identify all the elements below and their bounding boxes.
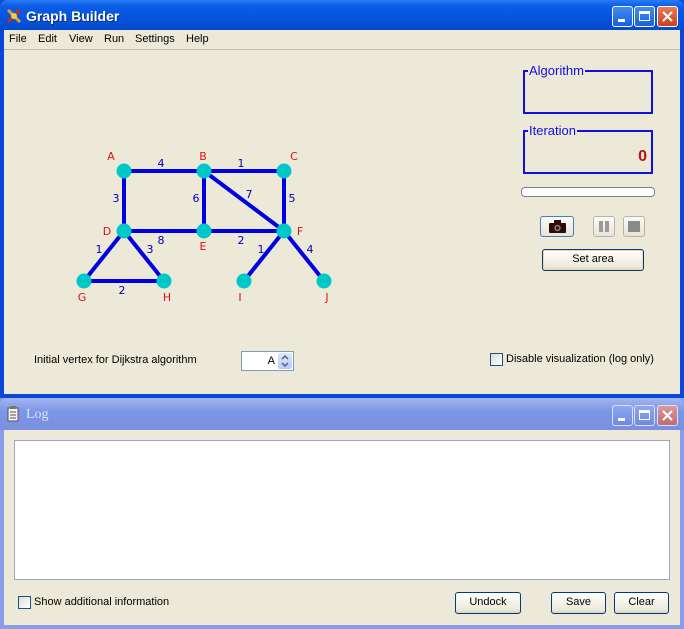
node-label-F: F bbox=[297, 225, 303, 238]
initial-vertex-label: Initial vertex for Dijkstra algorithm bbox=[34, 354, 197, 366]
disable-visualization-checkbox[interactable] bbox=[490, 353, 503, 366]
spinner-arrows-icon bbox=[281, 354, 289, 368]
edge-weight-A-B: 4 bbox=[158, 157, 165, 170]
log-maximize-button[interactable] bbox=[634, 405, 655, 426]
node-C[interactable] bbox=[276, 163, 292, 179]
clear-button[interactable]: Clear bbox=[614, 592, 669, 614]
graph-canvas[interactable]: 4 13 6 7 58 21 321 4 A B CDEFG H I J bbox=[0, 0, 684, 398]
node-label-H: H bbox=[163, 291, 171, 304]
set-area-button[interactable]: Set area bbox=[542, 249, 644, 271]
show-additional-info-checkbox[interactable] bbox=[18, 596, 31, 609]
edge-F-J[interactable] bbox=[282, 229, 326, 283]
disable-visualization-label: Disable visualization (log only) bbox=[506, 353, 654, 365]
iteration-value: 0 bbox=[638, 148, 647, 165]
stop-icon bbox=[628, 221, 640, 232]
pause-button[interactable] bbox=[593, 216, 615, 237]
node-label-B: B bbox=[199, 150, 207, 163]
algorithm-label: Algorithm bbox=[528, 63, 585, 78]
edge-weight-F-I: 1 bbox=[258, 243, 265, 256]
log-notepad-icon bbox=[7, 406, 19, 422]
node-D[interactable] bbox=[116, 223, 132, 239]
edge-weight-B-C: 1 bbox=[238, 157, 245, 170]
log-text-area[interactable] bbox=[14, 440, 670, 580]
edge-weight-C-F: 5 bbox=[289, 192, 296, 205]
save-button[interactable]: Save bbox=[551, 592, 606, 614]
edge-weight-D-G: 1 bbox=[96, 243, 103, 256]
iteration-label: Iteration bbox=[528, 123, 577, 138]
log-minimize-button[interactable] bbox=[612, 405, 633, 426]
edge-weight-G-H: 2 bbox=[119, 284, 126, 297]
edge-weight-B-E: 6 bbox=[193, 192, 200, 205]
edge-weight-E-F: 2 bbox=[238, 234, 245, 247]
maximize-icon bbox=[639, 410, 650, 420]
node-E[interactable] bbox=[196, 223, 212, 239]
log-titlebar[interactable] bbox=[0, 398, 684, 430]
spinner-buttons[interactable] bbox=[278, 353, 292, 369]
pause-icon bbox=[599, 221, 603, 232]
camera-icon bbox=[549, 220, 566, 233]
node-F[interactable] bbox=[276, 223, 292, 239]
node-I[interactable] bbox=[236, 273, 252, 289]
node-H[interactable] bbox=[156, 273, 172, 289]
node-label-G: G bbox=[78, 291, 87, 304]
pause-icon-bar bbox=[605, 221, 609, 232]
node-label-D: D bbox=[103, 225, 111, 238]
edge-D-G[interactable] bbox=[82, 229, 126, 283]
node-J[interactable] bbox=[316, 273, 332, 289]
node-label-J: J bbox=[324, 291, 328, 304]
undock-button[interactable]: Undock bbox=[455, 592, 521, 614]
node-label-C: C bbox=[290, 150, 298, 163]
progress-bar bbox=[521, 187, 655, 197]
stop-button[interactable] bbox=[623, 216, 645, 237]
show-additional-info-label: Show additional information bbox=[34, 596, 170, 608]
initial-vertex-value[interactable]: A bbox=[268, 355, 275, 367]
minimize-icon bbox=[618, 418, 625, 421]
log-window-title: Log bbox=[26, 407, 49, 422]
snapshot-button[interactable] bbox=[540, 216, 574, 237]
node-label-A: A bbox=[107, 150, 115, 163]
edge-weight-B-F: 7 bbox=[246, 188, 253, 201]
initial-vertex-spinner[interactable]: A bbox=[241, 351, 294, 371]
node-B[interactable] bbox=[196, 163, 212, 179]
node-A[interactable] bbox=[116, 163, 132, 179]
log-close-button[interactable] bbox=[657, 405, 678, 426]
close-icon bbox=[662, 410, 673, 421]
edge-B-F[interactable] bbox=[202, 169, 286, 233]
node-label-E: E bbox=[200, 240, 207, 253]
edge-weight-F-J: 4 bbox=[307, 243, 314, 256]
edge-weight-A-D: 3 bbox=[113, 192, 120, 205]
edge-F-I[interactable] bbox=[242, 229, 286, 283]
node-label-I: I bbox=[238, 291, 241, 304]
node-G[interactable] bbox=[76, 273, 92, 289]
edge-weight-D-E: 8 bbox=[158, 234, 165, 247]
edge-weight-D-H: 3 bbox=[147, 243, 154, 256]
